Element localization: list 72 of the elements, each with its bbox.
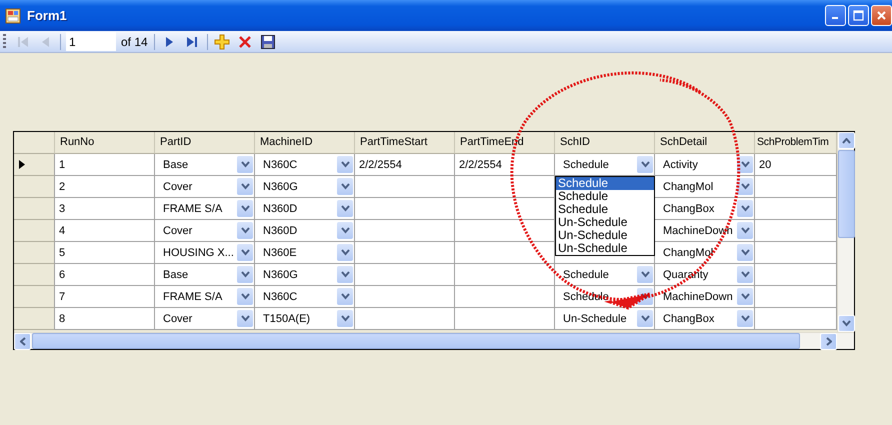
dropdown-icon[interactable] xyxy=(637,156,653,173)
maximize-icon[interactable] xyxy=(853,10,864,21)
dropdown-icon[interactable] xyxy=(237,266,253,283)
dropdown-option[interactable]: Un-Schedule xyxy=(556,242,654,255)
table-cell: 2 xyxy=(55,176,155,198)
table-cell: 3 xyxy=(55,198,155,220)
table-cell: 5 xyxy=(55,242,155,264)
dropdown-icon[interactable] xyxy=(637,266,653,283)
column-header[interactable]: PartID xyxy=(155,132,255,154)
scroll-right-button[interactable] xyxy=(820,333,837,350)
row-header[interactable] xyxy=(14,154,55,176)
window-title: Form1 xyxy=(27,8,68,23)
dropdown-icon[interactable] xyxy=(337,244,353,261)
scroll-thumb[interactable] xyxy=(838,150,855,238)
dropdown-icon[interactable] xyxy=(237,310,253,327)
table-cell: 2/2/2554 xyxy=(355,154,455,176)
scroll-down-button[interactable] xyxy=(838,315,855,332)
dropdown-icon[interactable] xyxy=(237,178,253,195)
dropdown-option[interactable]: Schedule xyxy=(556,177,654,190)
form-icon xyxy=(5,8,21,24)
close-button[interactable] xyxy=(871,5,892,26)
table-cell: 7 xyxy=(55,286,155,308)
dropdown-icon[interactable] xyxy=(337,288,353,305)
dropdown-option[interactable]: Un-Schedule xyxy=(556,216,654,229)
dropdown-icon[interactable] xyxy=(737,156,753,173)
dropdown-icon[interactable] xyxy=(337,310,353,327)
dropdown-icon[interactable] xyxy=(237,222,253,239)
dropdown-icon[interactable] xyxy=(737,310,753,327)
dropdown-icon[interactable] xyxy=(237,244,253,261)
table-cell: 2/2/2554 xyxy=(455,154,555,176)
column-header[interactable]: SchDetail xyxy=(655,132,755,154)
column-header[interactable]: PartTimeStart xyxy=(355,132,455,154)
table-cell: 6 xyxy=(55,264,155,286)
column-header[interactable]: RunNo xyxy=(55,132,155,154)
dropdown-option[interactable]: Un-Schedule xyxy=(556,229,654,242)
current-row-icon xyxy=(19,160,25,169)
dropdown-icon[interactable] xyxy=(237,200,253,217)
dropdown-icon[interactable] xyxy=(737,244,753,261)
column-header[interactable]: SchID xyxy=(555,132,655,154)
record-count: of 14 xyxy=(121,34,148,48)
minimize-button[interactable] xyxy=(825,5,846,26)
dropdown-icon[interactable] xyxy=(337,200,353,217)
dropdown-icon[interactable] xyxy=(737,266,753,283)
table-cell: 8 xyxy=(55,308,155,330)
dropdown-icon[interactable] xyxy=(337,156,353,173)
dropdown-icon[interactable] xyxy=(737,222,753,239)
table-cell: 1 xyxy=(55,154,155,176)
scroll-left-button[interactable] xyxy=(14,333,31,350)
column-header[interactable]: SchProblemTim xyxy=(755,132,837,154)
dropdown-icon[interactable] xyxy=(237,156,253,173)
dropdown-icon[interactable] xyxy=(237,288,253,305)
delete-icon[interactable] xyxy=(237,34,254,50)
column-header[interactable]: MachineID xyxy=(255,132,355,154)
position-field[interactable]: 1 xyxy=(66,32,116,51)
dropdown-option[interactable]: Schedule xyxy=(556,203,654,216)
scroll-up-button[interactable] xyxy=(838,132,855,149)
add-icon[interactable] xyxy=(214,34,230,50)
table-cell: 20 xyxy=(755,154,837,176)
dropdown-icon[interactable] xyxy=(337,178,353,195)
dropdown-icon[interactable] xyxy=(737,288,753,305)
maximize-button[interactable] xyxy=(848,5,869,26)
column-header[interactable]: PartTimeEnd xyxy=(455,132,555,154)
dropdown-icon[interactable] xyxy=(637,310,653,327)
dropdown-icon[interactable] xyxy=(737,200,753,217)
table-cell: 4 xyxy=(55,220,155,242)
dropdown-icon[interactable] xyxy=(737,178,753,195)
dropdown-option[interactable]: Schedule xyxy=(556,190,654,203)
save-icon[interactable] xyxy=(260,34,276,50)
dropdown-icon[interactable] xyxy=(337,266,353,283)
dropdown-icon[interactable] xyxy=(337,222,353,239)
vertical-scrollbar[interactable] xyxy=(837,132,854,332)
close-icon[interactable] xyxy=(876,10,887,21)
